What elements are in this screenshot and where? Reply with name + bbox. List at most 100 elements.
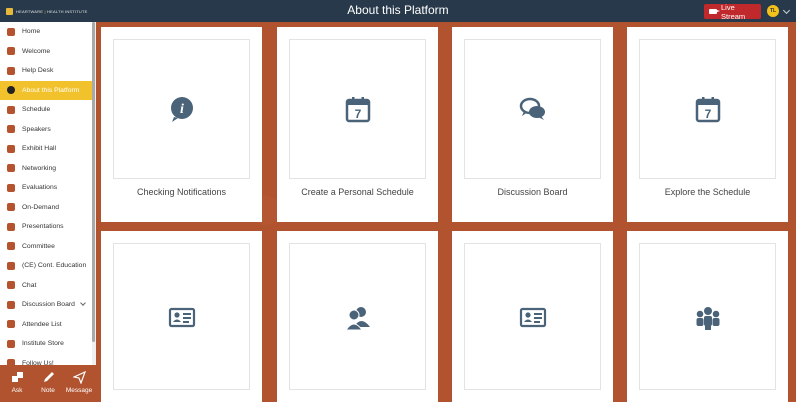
ask-button[interactable]: Ask: [3, 365, 31, 402]
book-icon: [7, 222, 15, 231]
card-thumbnail: [464, 39, 601, 179]
sidebar-scroll-thumb[interactable]: [92, 22, 95, 342]
envelope-icon: [7, 47, 15, 56]
message-button[interactable]: Message: [65, 365, 93, 402]
users-icon: [344, 303, 372, 331]
sidebar-item-evaluations[interactable]: Evaluations: [0, 178, 92, 198]
calendar-7-icon: 7: [344, 95, 372, 123]
sidebar-item-label: Presentations: [22, 223, 64, 231]
sidebar-item-label: Evaluations: [22, 184, 58, 192]
sidebar-item-committee[interactable]: Committee: [0, 237, 92, 257]
topic-card[interactable]: i Checking Notifications: [101, 27, 262, 222]
topic-card[interactable]: Discussion Board: [452, 27, 613, 222]
card-thumbnail: [464, 243, 601, 390]
sidebar-item-label: (CE) Cont. Education: [22, 262, 87, 270]
sidebar-item-attendee-list[interactable]: Attendee List: [0, 315, 92, 335]
sidebar-item-label: Exhibit Hall: [22, 145, 56, 153]
chevron-down-icon[interactable]: [80, 300, 86, 306]
sidebar-item-label: Schedule: [22, 106, 51, 114]
sidebar-item-label: Institute Store: [22, 340, 64, 348]
avatar[interactable]: TL: [767, 5, 779, 17]
topic-card[interactable]: [452, 231, 613, 402]
sidebar-item-follow-us[interactable]: Follow Us!: [0, 354, 92, 365]
sidebar-item-label: Networking: [22, 164, 56, 172]
sidebar-item-label: Help Desk: [22, 67, 54, 75]
store-icon: [7, 339, 15, 348]
sidebar-item-label: Home: [22, 28, 41, 36]
action-bar: Ask Note Message: [0, 365, 96, 402]
sidebar-item-schedule[interactable]: Schedule: [0, 100, 92, 120]
sidebar-item-label: Chat: [22, 281, 37, 289]
sidebar-item-ce-cont-education[interactable]: (CE) Cont. Education: [0, 256, 92, 276]
calendar-icon: [7, 105, 15, 114]
sidebar-item-chat[interactable]: Chat: [0, 276, 92, 296]
sidebar-item-exhibit-hall[interactable]: Exhibit Hall: [0, 139, 92, 159]
group-icon: [7, 242, 15, 251]
sidebar-item-help-desk[interactable]: Help Desk: [0, 61, 92, 81]
sidebar-item-welcome[interactable]: Welcome: [0, 42, 92, 62]
home-icon: [7, 27, 15, 36]
top-bar: HEARTWARE | HEALTH INSTITUTE About this …: [0, 0, 796, 22]
sidebar-item-institute-store[interactable]: Institute Store: [0, 334, 92, 354]
sidebar-item-presentations[interactable]: Presentations: [0, 217, 92, 237]
card-thumbnail: [289, 243, 426, 390]
topic-card[interactable]: 7 Create a Personal Schedule: [277, 27, 438, 222]
svg-text:7: 7: [704, 107, 711, 121]
card-thumbnail: 7: [289, 39, 426, 179]
topic-card[interactable]: 7 Explore the Schedule: [627, 27, 788, 222]
speech-bubbles-icon: [519, 95, 547, 123]
chat-bubble-icon: [7, 66, 15, 75]
action-label: Note: [41, 387, 55, 394]
person-icon: [7, 320, 15, 329]
card-thumbnail: [639, 243, 776, 390]
live-stream-button[interactable]: Live Stream: [704, 2, 761, 21]
card-thumbnail: [113, 243, 250, 390]
card-title: Discussion Board: [497, 187, 568, 197]
card-thumbnail: i: [113, 39, 250, 179]
card-title: Checking Notifications: [136, 187, 227, 197]
sidebar-item-on-demand[interactable]: On-Demand: [0, 198, 92, 218]
sidebar-item-about-this-platform[interactable]: About this Platform: [0, 80, 92, 100]
topic-card[interactable]: [277, 231, 438, 402]
sidebar-item-networking[interactable]: Networking: [0, 159, 92, 179]
sidebar-item-label: Speakers: [22, 125, 51, 133]
sidebar-item-speakers[interactable]: Speakers: [0, 120, 92, 140]
live-stream-label: Live Stream: [721, 2, 746, 21]
topic-card[interactable]: [101, 231, 262, 402]
id-card-icon: [168, 303, 196, 331]
users-icon: [7, 125, 15, 134]
card-title: Create a Personal Schedule: [301, 187, 414, 197]
comments-icon: [7, 300, 15, 309]
card-thumbnail: 7: [639, 39, 776, 179]
action-label: Ask: [11, 387, 23, 394]
monitor-icon: [7, 203, 15, 212]
svg-text:i: i: [180, 102, 184, 117]
id-card-icon: [519, 303, 547, 331]
video-camera-icon: [709, 9, 720, 14]
sidebar-item-label: Discussion Board: [22, 301, 75, 309]
svg-text:7: 7: [354, 107, 361, 121]
info-icon: [7, 86, 15, 95]
page-title: About this Platform: [347, 3, 449, 17]
paper-plane-icon: [72, 371, 86, 384]
info-bubble-icon: i: [168, 95, 196, 123]
sidebar-item-label: Committee: [22, 242, 55, 250]
card-title: Explore the Schedule: [664, 187, 751, 197]
speech-icon: [7, 281, 15, 290]
note-button[interactable]: Note: [34, 365, 62, 402]
pen-icon: [42, 371, 55, 384]
sidebar-item-label: Attendee List: [22, 320, 62, 328]
sidebar-item-label: On-Demand: [22, 203, 60, 211]
binoculars-icon: [7, 144, 15, 153]
sidebar-item-label: About this Platform: [22, 86, 80, 94]
topic-card[interactable]: [627, 231, 788, 402]
certificate-icon: [7, 261, 15, 270]
puzzle-icon: [11, 371, 24, 384]
calendar-7-icon: 7: [694, 95, 722, 123]
sidebar: Home Welcome Help Desk About this Platform S…: [0, 22, 96, 365]
sidebar-item-home[interactable]: Home: [0, 22, 92, 42]
sidebar-item-label: Welcome: [22, 47, 51, 55]
group-icon: [694, 303, 722, 331]
sidebar-item-discussion-board[interactable]: Discussion Board: [0, 295, 92, 315]
clipboard-icon: [7, 183, 15, 192]
